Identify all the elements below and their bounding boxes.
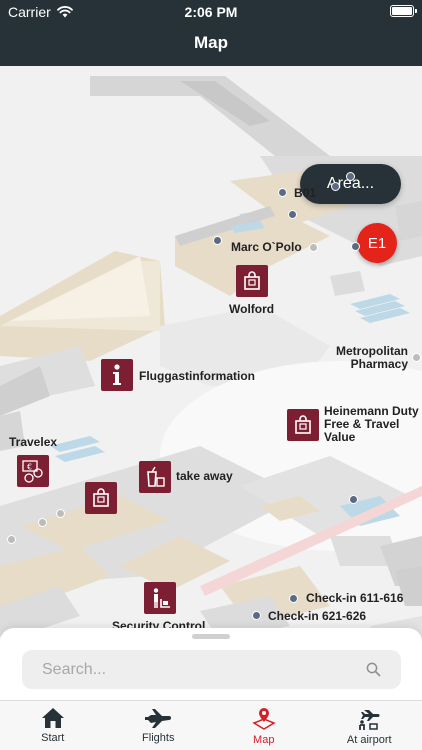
page-title: Map bbox=[194, 33, 228, 52]
airport-map[interactable]: Area... E1 B01 Marc O`Polo Wolford Metro… bbox=[0, 66, 422, 696]
map-dot[interactable] bbox=[309, 243, 318, 252]
info-icon bbox=[113, 364, 121, 385]
battery-icon bbox=[390, 5, 417, 17]
take-away-cup-icon bbox=[147, 466, 165, 487]
map-dot[interactable] bbox=[252, 611, 261, 620]
label-take-away[interactable]: take away bbox=[176, 470, 233, 483]
tab-start[interactable]: Start bbox=[0, 701, 106, 750]
security-control-icon bbox=[153, 588, 170, 608]
label-line: Heinemann Duty bbox=[324, 404, 419, 418]
label-heinemann[interactable]: Heinemann Duty Free & Travel Value bbox=[324, 405, 419, 444]
map-dot[interactable] bbox=[349, 495, 358, 504]
tab-label: At airport bbox=[346, 734, 392, 746]
shop-poi-wolford[interactable] bbox=[236, 265, 268, 297]
tab-flights[interactable]: Flights bbox=[106, 701, 212, 750]
map-pin-icon bbox=[252, 708, 276, 730]
map-dot[interactable] bbox=[56, 509, 65, 518]
app-header: Carrier 2:06 PM Map bbox=[0, 0, 422, 66]
map-dot[interactable] bbox=[351, 242, 360, 251]
map-dot[interactable] bbox=[412, 353, 421, 362]
search-sheet[interactable] bbox=[0, 628, 422, 700]
label-line: Pharmacy bbox=[350, 357, 408, 371]
shop-poi[interactable] bbox=[85, 482, 117, 514]
sheet-drag-handle[interactable] bbox=[192, 634, 230, 639]
search-bar[interactable] bbox=[22, 650, 401, 689]
search-input[interactable] bbox=[22, 650, 362, 689]
shopping-bag-icon bbox=[244, 271, 260, 290]
map-dot[interactable] bbox=[331, 182, 340, 191]
terminal-e1-badge[interactable]: E1 bbox=[357, 223, 397, 263]
label-wolford[interactable]: Wolford bbox=[229, 303, 274, 316]
status-time: 2:06 PM bbox=[184, 4, 238, 20]
map-dot[interactable] bbox=[288, 210, 297, 219]
shopping-bag-icon bbox=[93, 488, 109, 507]
currency-exchange-icon: € bbox=[22, 460, 43, 483]
label-checkin-621-626[interactable]: Check-in 621-626 bbox=[268, 610, 366, 623]
map-dot[interactable] bbox=[289, 594, 298, 603]
label-line: Metropolitan bbox=[336, 344, 408, 358]
airport-icon bbox=[359, 710, 380, 730]
shop-poi-heinemann[interactable] bbox=[287, 409, 319, 441]
label-metropolitan-pharmacy[interactable]: Metropolitan Pharmacy bbox=[334, 345, 408, 371]
tab-map[interactable]: Map bbox=[211, 701, 317, 750]
tab-label: Map bbox=[253, 734, 275, 746]
label-marc-opolo[interactable]: Marc O`Polo bbox=[231, 241, 302, 254]
map-dot[interactable] bbox=[278, 188, 287, 197]
map-dot[interactable] bbox=[38, 518, 47, 527]
map-dot[interactable] bbox=[346, 172, 355, 181]
svg-text:€: € bbox=[27, 463, 32, 472]
label-fluggastinformation[interactable]: Fluggastinformation bbox=[139, 370, 255, 383]
map-dot[interactable] bbox=[213, 236, 222, 245]
label-b01[interactable]: B01 bbox=[294, 187, 316, 200]
search-icon[interactable] bbox=[366, 662, 381, 677]
food-poi-take-away[interactable] bbox=[139, 461, 171, 493]
info-poi-fluggast[interactable] bbox=[101, 359, 133, 391]
label-checkin-611-616[interactable]: Check-in 611-616 bbox=[306, 592, 403, 605]
currency-poi-travelex[interactable]: € bbox=[17, 455, 49, 487]
tab-bar: Start Flights Map At airport bbox=[0, 700, 422, 750]
shopping-bag-icon bbox=[295, 415, 311, 434]
home-icon bbox=[41, 708, 64, 728]
security-poi[interactable] bbox=[144, 582, 176, 614]
tab-label: Start bbox=[41, 732, 65, 744]
plane-icon bbox=[145, 709, 172, 728]
status-bar: Carrier 2:06 PM bbox=[0, 0, 422, 24]
label-line: Free & Travel bbox=[324, 417, 400, 431]
label-line: Value bbox=[324, 430, 356, 444]
map-dot[interactable] bbox=[7, 535, 16, 544]
tab-at-airport[interactable]: At airport bbox=[317, 701, 422, 750]
label-travelex[interactable]: Travelex bbox=[9, 436, 57, 449]
tab-label: Flights bbox=[142, 732, 175, 744]
